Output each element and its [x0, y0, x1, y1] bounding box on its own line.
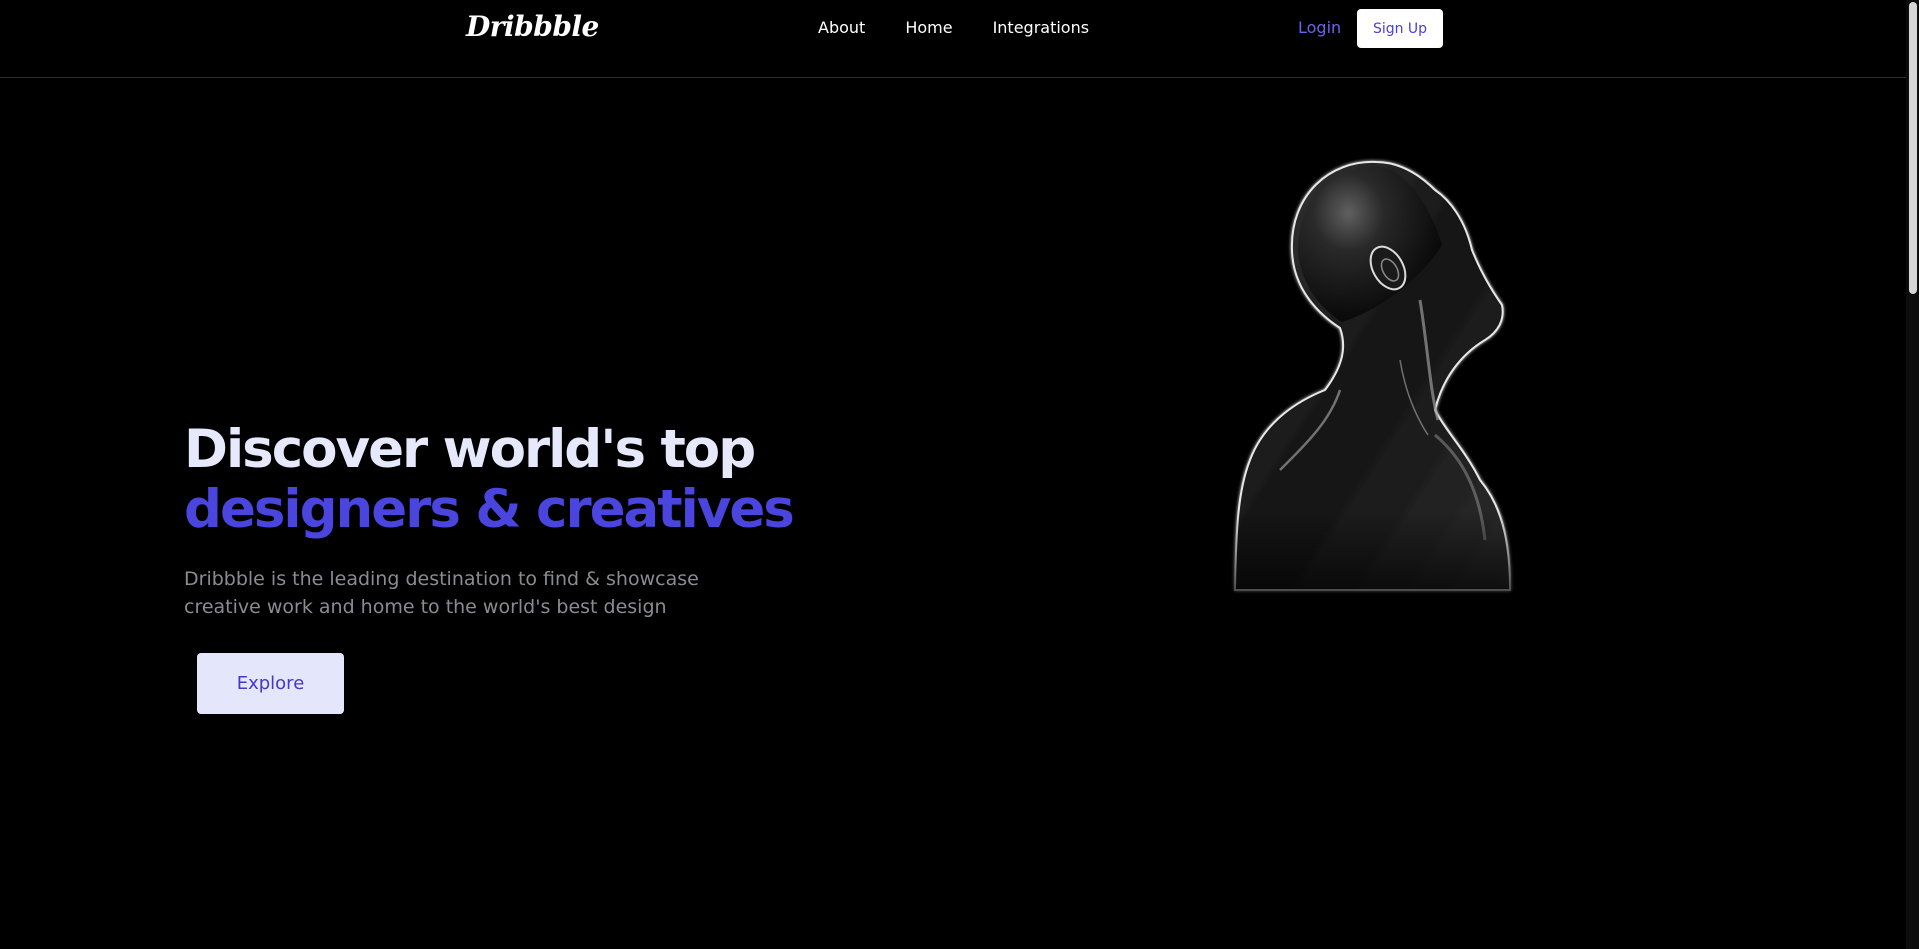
vertical-scrollbar[interactable]: [1906, 0, 1919, 949]
nav-link-integrations[interactable]: Integrations: [993, 18, 1090, 37]
chrome-human-bust-illustration: [1180, 150, 1540, 630]
landing-page: Dribbble About Home Integrations Login S…: [0, 0, 1919, 949]
hero-description-line2: creative work and home to the world's be…: [184, 596, 667, 618]
hero-description: Dribbble is the leading destination to f…: [184, 565, 744, 621]
hero-title: Discover world's top designers & creativ…: [184, 419, 795, 540]
hero-title-line1: Discover world's top: [184, 419, 756, 480]
hero-title-line2: designers & creatives: [184, 479, 795, 540]
sign-up-button[interactable]: Sign Up: [1357, 9, 1443, 48]
hero-description-line1: Dribbble is the leading destination to f…: [184, 568, 699, 590]
nav-link-about[interactable]: About: [818, 18, 865, 37]
dribbble-logo[interactable]: Dribbble: [466, 10, 599, 43]
explore-button[interactable]: Explore: [197, 653, 344, 714]
nav-links: About Home Integrations: [818, 18, 1089, 37]
scrollbar-thumb[interactable]: [1909, 2, 1917, 294]
top-navbar: Dribbble About Home Integrations Login S…: [0, 0, 1906, 78]
nav-link-home[interactable]: Home: [905, 18, 952, 37]
login-link[interactable]: Login: [1298, 18, 1341, 37]
